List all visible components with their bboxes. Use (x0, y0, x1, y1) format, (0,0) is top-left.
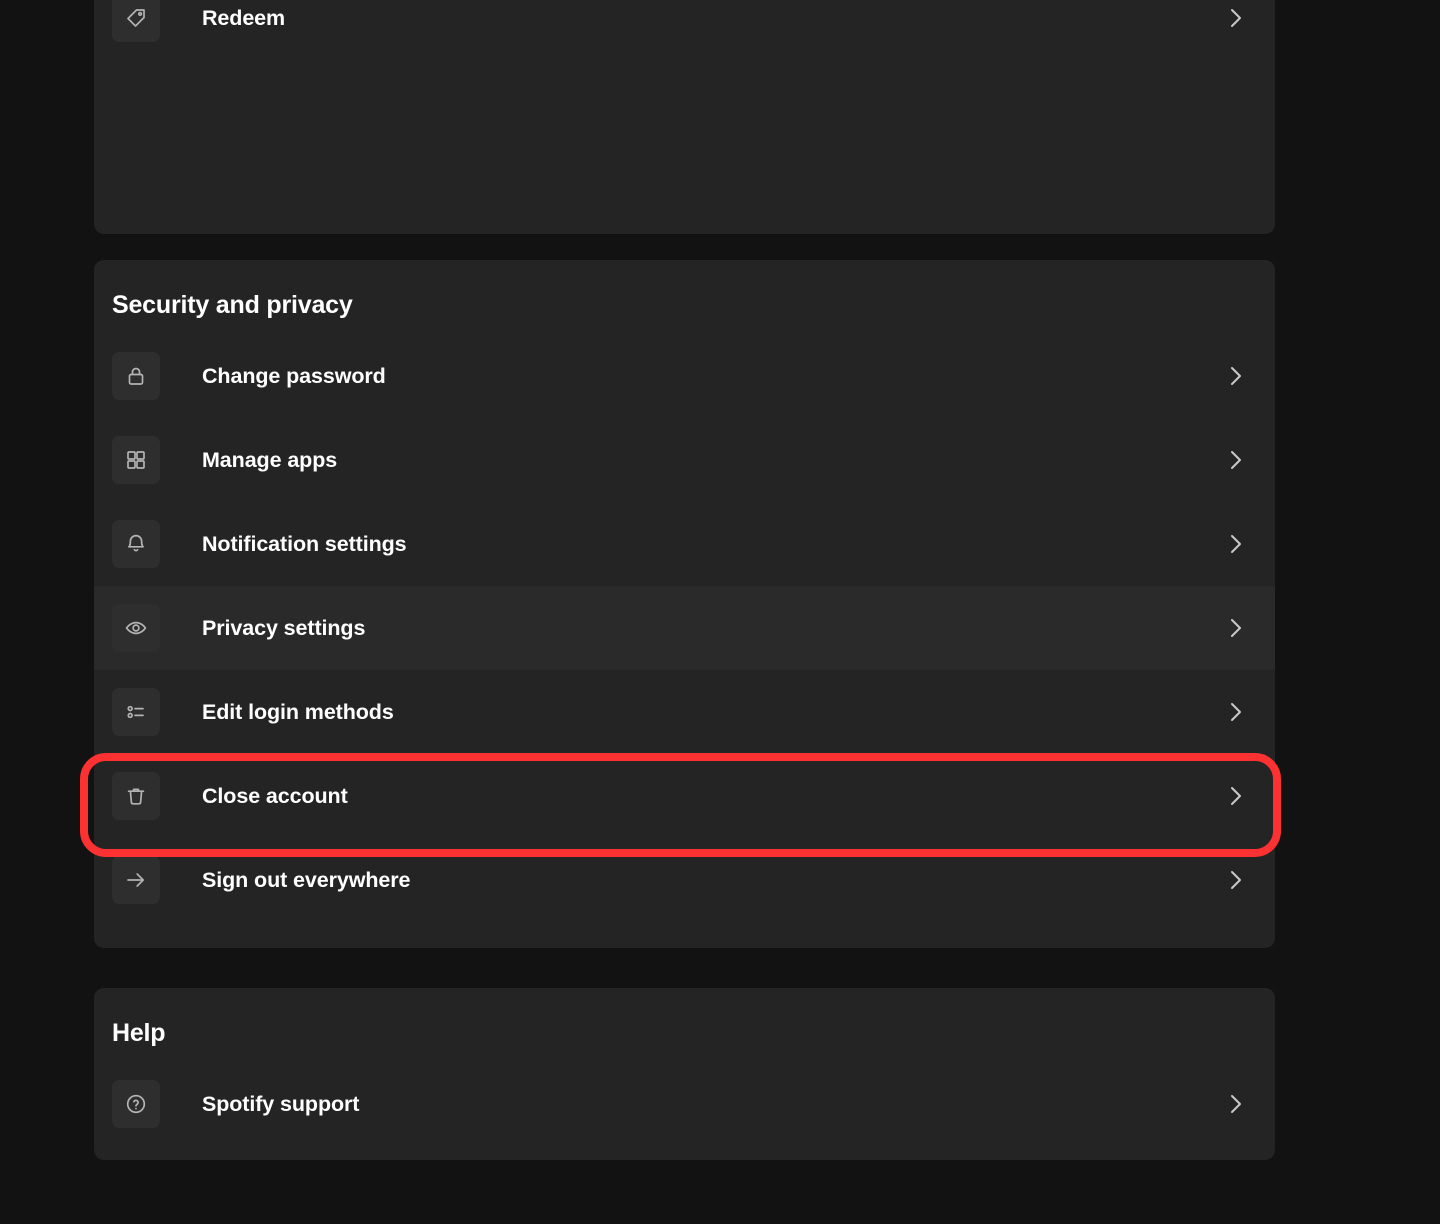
chevron-right-icon (1227, 529, 1245, 559)
row-close-account[interactable]: Close account (94, 754, 1275, 838)
list-icon (112, 688, 160, 736)
row-label: Spotify support (202, 1091, 360, 1116)
settings-page: Order history Saved payment cards (0, 0, 1440, 1224)
row-edit-login-methods[interactable]: Edit login methods (94, 670, 1275, 754)
row-manage-apps[interactable]: Manage apps (94, 418, 1275, 502)
chevron-right-icon (1227, 781, 1245, 811)
row-label: Privacy settings (202, 615, 366, 640)
row-notification-settings[interactable]: Notification settings (94, 502, 1275, 586)
row-label: Change password (202, 363, 386, 388)
arrow-right-icon (112, 856, 160, 904)
account-rows: Order history Saved payment cards (94, 0, 1275, 60)
bell-icon (112, 520, 160, 568)
eye-icon (112, 604, 160, 652)
trash-icon (112, 772, 160, 820)
row-label: Notification settings (202, 531, 407, 556)
row-spotify-support[interactable]: Spotify support (94, 1062, 1275, 1146)
tag-icon (112, 0, 160, 42)
row-change-password[interactable]: Change password (94, 334, 1275, 418)
chevron-right-icon (1227, 3, 1245, 33)
row-label: Edit login methods (202, 699, 394, 724)
grid-icon (112, 436, 160, 484)
help-rows: Spotify support (94, 1062, 1275, 1146)
chevron-right-icon (1227, 613, 1245, 643)
chevron-right-icon (1227, 865, 1245, 895)
section-title-help: Help (112, 1019, 166, 1047)
help-card: Help Spotify support (94, 988, 1275, 1160)
row-sign-out-everywhere[interactable]: Sign out everywhere (94, 838, 1275, 922)
chevron-right-icon (1227, 697, 1245, 727)
row-privacy-settings[interactable]: Privacy settings (94, 586, 1275, 670)
account-settings-card: Order history Saved payment cards (94, 0, 1275, 234)
chevron-right-icon (1227, 445, 1245, 475)
question-circle-icon (112, 1080, 160, 1128)
security-rows: Change password Manage apps Notification… (94, 334, 1275, 922)
security-and-privacy-card: Security and privacy Change password Man… (94, 260, 1275, 948)
chevron-right-icon (1227, 1089, 1245, 1119)
row-label: Manage apps (202, 447, 338, 472)
chevron-right-icon (1227, 361, 1245, 391)
row-label: Sign out everywhere (202, 867, 411, 892)
row-redeem[interactable]: Redeem (94, 0, 1275, 60)
row-label: Close account (202, 783, 348, 808)
row-label: Redeem (202, 5, 286, 30)
section-title-security: Security and privacy (112, 291, 353, 319)
lock-icon (112, 352, 160, 400)
